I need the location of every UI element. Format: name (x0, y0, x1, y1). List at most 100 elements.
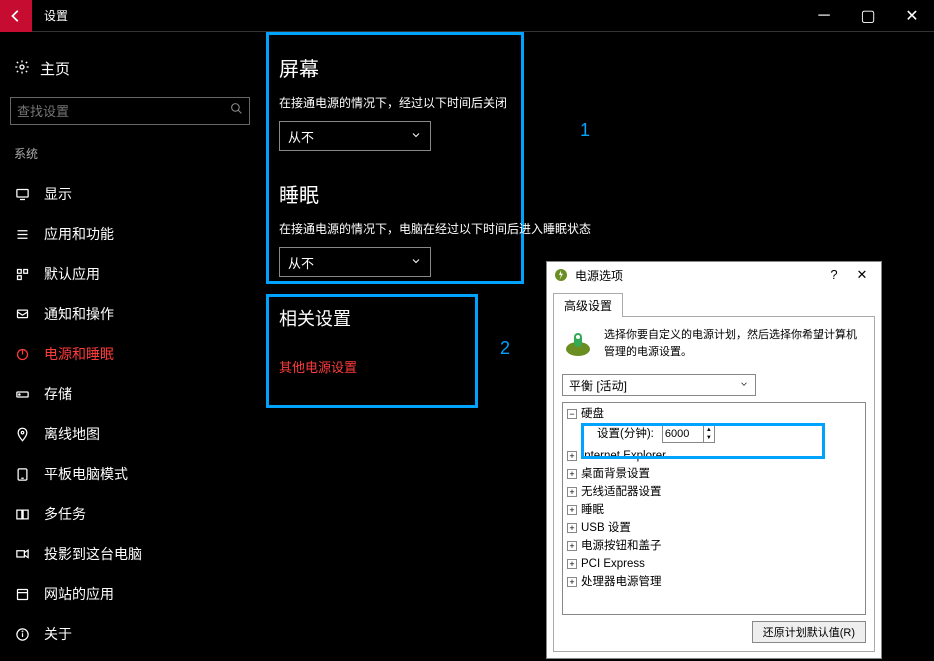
dialog-title: 电源选项 (575, 267, 821, 284)
sidebar-item-label: 平板电脑模式 (44, 464, 128, 484)
expand-toggle[interactable]: − (567, 409, 577, 419)
sidebar-item-label: 投影到这台电脑 (44, 544, 142, 564)
sidebar-item-storage[interactable]: 存储 (0, 374, 260, 414)
titlebar: 设置 ─ ▢ ✕ (0, 0, 934, 32)
power-options-dialog: 电源选项 ? ✕ 高级设置 选择你要自定义的电源计划，然后选择你希望计算机管理的… (546, 261, 882, 659)
home-link[interactable]: 主页 (0, 54, 260, 97)
other-power-link[interactable]: 其他电源设置 (279, 357, 357, 376)
dialog-hero-icon (562, 327, 594, 359)
chevron-down-icon (739, 378, 749, 392)
sidebar-item-label: 网站的应用 (44, 584, 114, 604)
expand-toggle[interactable]: + (567, 469, 577, 479)
power-plan-icon (553, 267, 569, 283)
power-icon (14, 347, 30, 362)
close-button[interactable]: ✕ (890, 0, 934, 32)
restore-defaults-button[interactable]: 还原计划默认值(R) (752, 621, 866, 643)
sidebar-item-label: 通知和操作 (44, 304, 114, 324)
sidebar-item-web-apps[interactable]: 网站的应用 (0, 574, 260, 614)
sidebar-item-label: 电源和睡眠 (44, 344, 114, 364)
expand-toggle[interactable]: + (567, 451, 577, 461)
tree-setting-label: 设置(分钟): (597, 425, 654, 443)
sleep-timeout-dropdown[interactable]: 从不 (279, 247, 431, 277)
minimize-button[interactable]: ─ (802, 0, 846, 32)
sidebar-item-about[interactable]: 关于 (0, 614, 260, 654)
dialog-body: 选择你要自定义的电源计划，然后选择你希望计算机管理的电源设置。 平衡 [活动] … (553, 316, 875, 652)
tree-item[interactable]: 桌面背景设置 (581, 465, 650, 483)
expand-toggle[interactable]: + (567, 541, 577, 551)
expand-toggle[interactable]: + (567, 505, 577, 515)
search-input[interactable] (17, 104, 230, 119)
sidebar-item-label: 应用和功能 (44, 224, 114, 244)
gear-icon (14, 59, 30, 79)
maximize-button[interactable]: ▢ (846, 0, 890, 32)
tree-item[interactable]: 处理器电源管理 (581, 573, 662, 591)
info-icon (14, 627, 30, 642)
dialog-help-button[interactable]: ? (821, 267, 847, 283)
dialog-hero-text: 选择你要自定义的电源计划，然后选择你希望计算机管理的电源设置。 (604, 327, 866, 360)
map-icon (14, 427, 30, 442)
web-apps-icon (14, 587, 30, 602)
expand-toggle[interactable]: + (567, 523, 577, 533)
tree-item[interactable]: 睡眠 (581, 501, 604, 519)
annotation-box-2: 相关设置 其他电源设置 (266, 294, 478, 408)
list-icon (14, 227, 30, 242)
sidebar-item-label: 多任务 (44, 504, 86, 524)
screen-timeout-dropdown[interactable]: 从不 (279, 121, 431, 151)
dropdown-value: 从不 (288, 253, 314, 272)
minutes-input[interactable] (663, 428, 703, 440)
minutes-spinner[interactable]: ▲▼ (662, 425, 715, 443)
notification-icon (14, 307, 30, 322)
tree-item[interactable]: 硬盘 (581, 405, 604, 423)
settings-tree[interactable]: −硬盘 设置(分钟): ▲▼ + Internet Explorer + 桌面背景设… (562, 402, 866, 615)
sidebar-item-maps[interactable]: 离线地图 (0, 414, 260, 454)
tree-item[interactable]: 无线适配器设置 (581, 483, 662, 501)
search-icon (230, 102, 243, 120)
sidebar-item-label: 离线地图 (44, 424, 100, 444)
sidebar-item-tablet[interactable]: 平板电脑模式 (0, 454, 260, 494)
sidebar-item-default-apps[interactable]: 默认应用 (0, 254, 260, 294)
default-apps-icon (14, 267, 30, 282)
annotation-number-1: 1 (580, 120, 590, 141)
sidebar-item-display[interactable]: 显示 (0, 174, 260, 214)
annotation-box-1: 屏幕 在接通电源的情况下，经过以下时间后关闭 从不 睡眠 在接通电源的情况下，电… (266, 32, 524, 284)
screen-title: 屏幕 (279, 53, 511, 82)
sidebar-item-multitask[interactable]: 多任务 (0, 494, 260, 534)
dropdown-value: 从不 (288, 127, 314, 146)
sidebar-item-notifications[interactable]: 通知和操作 (0, 294, 260, 334)
spin-down[interactable]: ▼ (704, 434, 714, 442)
sidebar-item-label: 默认应用 (44, 264, 100, 284)
expand-toggle[interactable]: + (567, 559, 577, 569)
tree-item[interactable]: 电源按钮和盖子 (581, 537, 662, 555)
tree-item[interactable]: Internet Explorer (581, 447, 666, 465)
dialog-titlebar: 电源选项 ? ✕ (547, 262, 881, 288)
tab-advanced[interactable]: 高级设置 (553, 293, 623, 317)
tablet-icon (14, 467, 30, 482)
sidebar-item-label: 关于 (44, 624, 72, 644)
home-label: 主页 (40, 58, 70, 79)
annotation-number-2: 2 (500, 338, 510, 359)
storage-icon (14, 387, 30, 402)
spin-up[interactable]: ▲ (704, 426, 714, 434)
sleep-desc: 在接通电源的情况下，电脑在经过以下时间后进入睡眠状态 (279, 220, 511, 237)
tree-item[interactable]: USB 设置 (581, 519, 631, 537)
multitask-icon (14, 507, 30, 522)
project-icon (14, 547, 30, 562)
sidebar-item-apps[interactable]: 应用和功能 (0, 214, 260, 254)
dialog-tabs: 高级设置 (547, 288, 881, 316)
dialog-close-button[interactable]: ✕ (849, 267, 875, 283)
plan-select[interactable]: 平衡 [活动] (562, 374, 756, 396)
expand-toggle[interactable]: + (567, 577, 577, 587)
sidebar-item-project[interactable]: 投影到这台电脑 (0, 534, 260, 574)
sleep-title: 睡眠 (279, 179, 511, 208)
sidebar-item-label: 显示 (44, 184, 72, 204)
expand-toggle[interactable]: + (567, 487, 577, 497)
tree-item[interactable]: PCI Express (581, 555, 645, 573)
window-title: 设置 (44, 7, 68, 24)
chevron-down-icon (410, 255, 422, 270)
screen-desc: 在接通电源的情况下，经过以下时间后关闭 (279, 94, 511, 111)
back-button[interactable] (0, 0, 32, 32)
search-box[interactable] (10, 97, 250, 125)
sidebar: 主页 系统 显示 应用和功能 默认应用 通知和操作 电源和睡眠 (0, 32, 260, 661)
plan-value: 平衡 [活动] (569, 377, 627, 394)
sidebar-item-power[interactable]: 电源和睡眠 (0, 334, 260, 374)
